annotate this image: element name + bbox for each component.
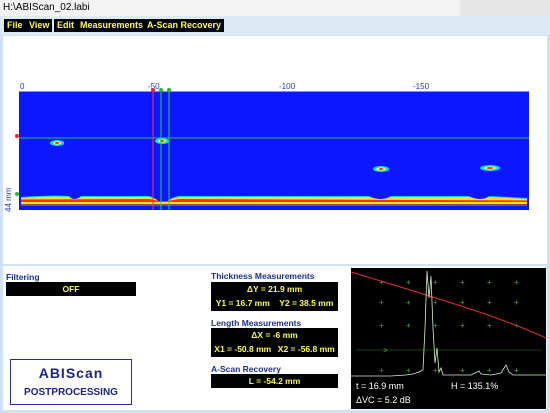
svg-text:+: +	[514, 278, 519, 287]
svg-text:+: +	[406, 298, 411, 307]
ascan-display[interactable]: + + + + + + + + + + + + + + + + + + + + + + + + > t = 16.9 m…	[351, 268, 546, 409]
bscan-image[interactable]	[19, 92, 529, 210]
background-window	[460, 0, 550, 16]
ascan-height: H = 135.1%	[451, 381, 499, 391]
svg-text:+: +	[460, 278, 465, 287]
svg-text:+: +	[406, 278, 411, 287]
svg-text:+: +	[379, 366, 384, 375]
svg-text:+: +	[460, 366, 465, 375]
svg-text:+: +	[487, 298, 492, 307]
ascan-recovery-value: L = -54.2 mm	[211, 374, 338, 388]
thickness-values-box: ΔY = 21.9 mm Y1 = 16.7 mm Y2 = 38.5 mm	[211, 282, 338, 311]
svg-text:+: +	[379, 321, 384, 330]
svg-text:+: +	[406, 321, 411, 330]
svg-text:+: +	[379, 298, 384, 307]
svg-text:+: +	[460, 321, 465, 330]
svg-text:+: +	[514, 298, 519, 307]
thickness-measurements-label: Thickness Measurements	[211, 271, 315, 281]
abiscan-logo: ABIScan POSTPROCESSING	[10, 359, 132, 405]
logo-subtitle: POSTPROCESSING	[24, 387, 118, 398]
menu-view[interactable]: View	[26, 19, 53, 32]
svg-text:+: +	[487, 321, 492, 330]
svg-text:+: +	[433, 298, 438, 307]
thickness-y2: Y2 = 38.5 mm	[279, 298, 334, 308]
length-values-box: ΔX = -6 mm X1 = -50.8 mm X2 = -56.8 mm	[211, 328, 338, 357]
window-title-bar: H:\ABIScan_02.labi	[0, 0, 550, 16]
svg-text:+: +	[514, 366, 519, 375]
svg-text:+: +	[487, 278, 492, 287]
menu-bar: File View Edit Measurements A-Scan Recov…	[0, 16, 550, 35]
menu-edit[interactable]: Edit	[54, 19, 77, 32]
length-x2: X2 = -56.8 mm	[277, 344, 335, 354]
length-delta: ΔX = -6 mm	[251, 330, 298, 340]
filtering-label: Filtering	[6, 272, 40, 282]
svg-text:>: >	[383, 346, 388, 355]
thickness-delta: ΔY = 21.9 mm	[246, 284, 303, 294]
cursor-markers-top	[151, 88, 171, 92]
svg-text:+: +	[433, 278, 438, 287]
ascan-recovery-label: A-Scan Recovery	[211, 364, 281, 374]
window-title: H:\ABIScan_02.labi	[3, 2, 90, 13]
length-x1: X1 = -50.8 mm	[214, 344, 272, 354]
menu-file[interactable]: File	[4, 19, 26, 32]
cursor-markers-left	[15, 134, 19, 196]
menu-ascan-recovery[interactable]: A-Scan Recovery	[144, 19, 225, 32]
svg-text:+: +	[487, 366, 492, 375]
svg-text:+: +	[406, 366, 411, 375]
thickness-y1: Y1 = 16.7 mm	[215, 298, 270, 308]
logo-title: ABIScan	[38, 365, 104, 381]
ascan-time: t = 16.9 mm	[356, 381, 404, 391]
y-axis-label: 44 mm	[4, 187, 13, 212]
svg-text:+: +	[433, 366, 438, 375]
svg-text:+: +	[379, 278, 384, 287]
svg-text:+: +	[433, 321, 438, 330]
filtering-value[interactable]: OFF	[6, 282, 136, 296]
length-measurements-label: Length Measurements	[211, 318, 302, 328]
ascan-dvc: ΔVC = 5.2 dB	[356, 395, 411, 405]
menu-measurements[interactable]: Measurements	[77, 19, 147, 32]
